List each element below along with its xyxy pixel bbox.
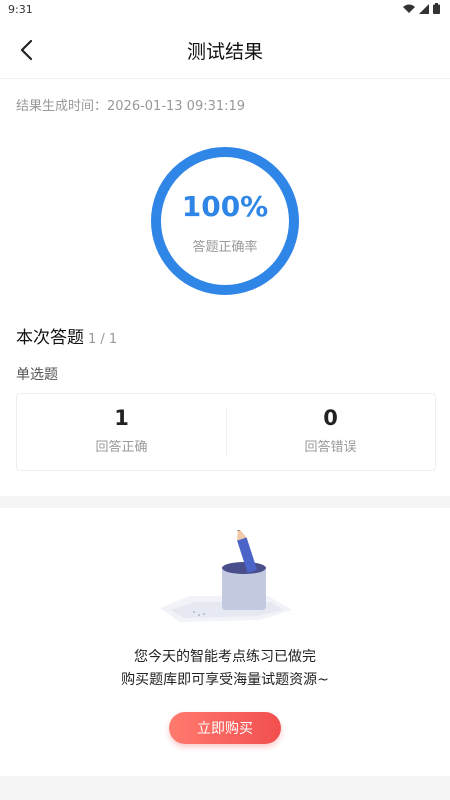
status-icons: [403, 3, 440, 14]
accuracy-percent: 100%: [181, 190, 269, 223]
wifi-icon: [403, 4, 415, 13]
promo-text-line1: 您今天的智能考点练习已做完: [134, 649, 316, 665]
accuracy-label: 答题正确率: [192, 240, 258, 255]
promo-text-line2: 购买题库即可享受海量试题资源~: [121, 672, 329, 688]
question-type: 单选题: [16, 367, 58, 383]
signal-icon: [419, 3, 429, 14]
answer-count: 1 / 1: [88, 332, 118, 347]
stat-correct-label: 回答正确: [95, 440, 148, 455]
stat-wrong: 0 回答错误: [226, 394, 435, 470]
stat-correct: 1 回答正确: [17, 394, 226, 470]
status-bar: 9:31: [0, 0, 450, 20]
battery-icon: [433, 3, 440, 14]
pencil-cup-illustration: [160, 530, 292, 622]
answer-stats-card: 1 回答正确 0 回答错误: [16, 393, 436, 471]
answer-summary-title: 本次答题 1 / 1: [16, 323, 117, 348]
status-time: 9:31: [8, 3, 33, 16]
answer-summary-title-text: 本次答题: [16, 328, 84, 348]
stat-wrong-label: 回答错误: [304, 440, 357, 455]
buy-now-button[interactable]: 立即购买: [169, 712, 281, 744]
stat-wrong-value: 0: [323, 406, 338, 430]
result-generated-time: 结果生成时间：2026-01-13 09:31:19: [16, 99, 246, 114]
page-title: 测试结果: [186, 41, 263, 63]
stat-correct-value: 1: [114, 406, 129, 430]
section-divider: [0, 496, 450, 508]
accuracy-ring: 100% 答题正确率: [150, 146, 300, 296]
bottom-band: [0, 776, 450, 800]
app-bar: 测试结果: [0, 20, 450, 79]
